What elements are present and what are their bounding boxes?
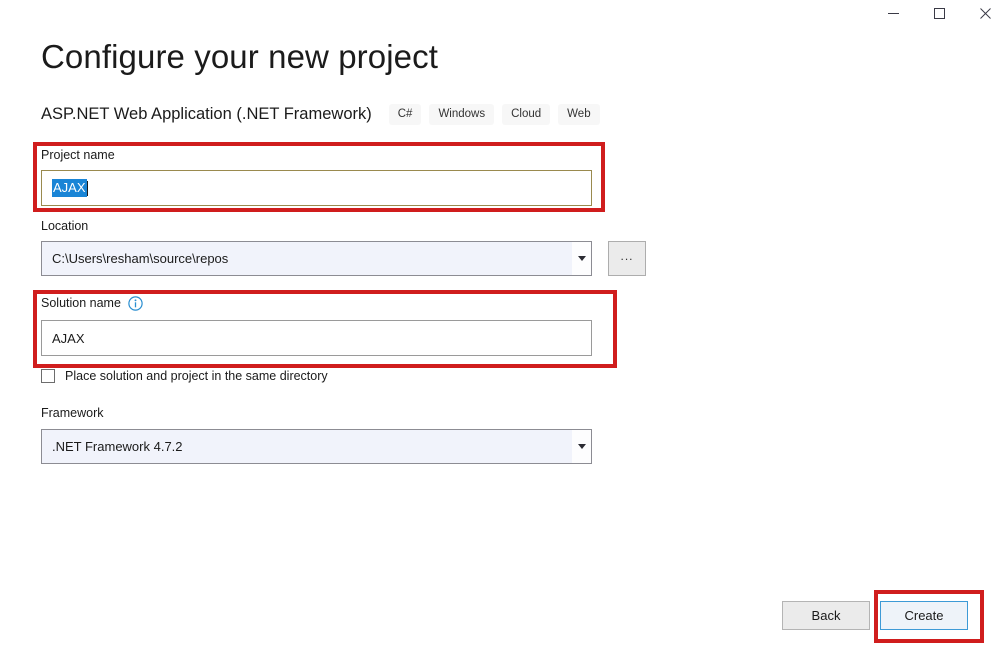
same-directory-checkbox[interactable] [41,369,55,383]
solution-name-input[interactable]: AJAX [41,320,592,356]
location-combobox[interactable]: C:\Users\resham\source\repos [41,241,592,276]
location-value: C:\Users\resham\source\repos [52,251,229,266]
tag-cloud: Cloud [502,103,551,125]
solution-name-label-row: Solution name [41,295,143,311]
solution-name-label: Solution name [41,296,121,310]
template-summary-row: ASP.NET Web Application (.NET Framework)… [41,101,608,127]
maximize-icon [933,7,945,19]
template-tags: C# Windows Cloud Web [388,103,608,125]
browse-location-button[interactable]: ... [608,241,646,276]
framework-label: Framework [41,406,104,420]
chevron-down-icon[interactable] [572,242,591,275]
chevron-down-icon[interactable] [572,430,591,463]
solution-name-value: AJAX [52,330,85,346]
project-name-input[interactable]: AJAX [41,170,592,206]
close-icon [979,7,991,19]
info-icon[interactable] [128,295,143,311]
title-bar [0,0,1008,26]
framework-value: .NET Framework 4.7.2 [52,439,183,454]
create-button[interactable]: Create [880,601,968,630]
back-button[interactable]: Back [782,601,870,630]
location-label: Location [41,219,89,233]
framework-combobox[interactable]: .NET Framework 4.7.2 [41,429,592,464]
project-name-label: Project name [41,148,115,162]
maximize-button[interactable] [916,0,962,26]
tag-web: Web [558,103,600,125]
same-directory-label: Place solution and project in the same d… [65,369,328,383]
minimize-icon [887,8,899,19]
project-name-value: AJAX [52,179,87,197]
template-name: ASP.NET Web Application (.NET Framework) [41,105,372,123]
minimize-button[interactable] [870,0,916,26]
close-button[interactable] [962,0,1008,26]
page-title: Configure your new project [41,38,438,75]
same-directory-row[interactable]: Place solution and project in the same d… [41,368,328,384]
tag-language: C# [388,103,422,125]
tag-platform: Windows [429,103,495,125]
text-caret [86,180,88,196]
